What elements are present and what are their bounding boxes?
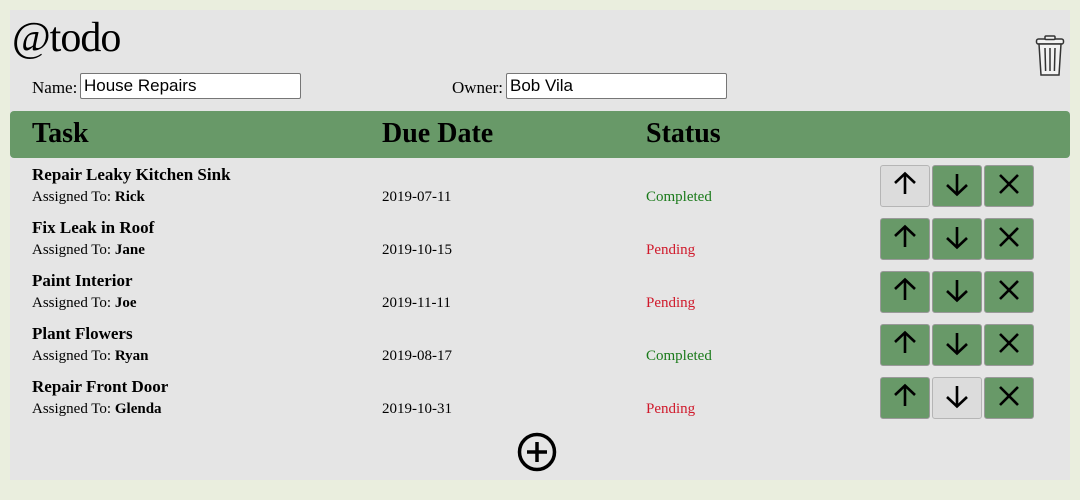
header-task: Task xyxy=(32,118,89,149)
header-due-date: Due Date xyxy=(382,118,494,149)
assignee-name: Jane xyxy=(114,242,145,258)
app-title: @todo xyxy=(12,15,121,61)
delete-task-button[interactable] xyxy=(984,324,1034,366)
assigned-to: Assigned To: Joe xyxy=(32,294,137,312)
arrow-down-icon xyxy=(944,171,970,202)
move-up-button[interactable] xyxy=(880,165,930,207)
assigned-to: Assigned To: Jane xyxy=(32,241,145,259)
due-date: 2019-11-11 xyxy=(382,295,451,311)
move-up-button[interactable] xyxy=(880,324,930,366)
arrow-up-icon xyxy=(892,277,918,308)
owner-label: Owner: xyxy=(452,78,503,97)
status-text: Pending xyxy=(646,401,696,417)
task-row: Plant Flowers Assigned To: Ryan 2019-08-17… xyxy=(10,320,1070,373)
delete-task-button[interactable] xyxy=(984,271,1034,313)
arrow-up-icon xyxy=(892,224,918,255)
move-down-button[interactable] xyxy=(932,324,982,366)
assigned-to-label: Assigned To: xyxy=(32,189,112,205)
arrow-up-icon xyxy=(892,171,918,202)
close-icon xyxy=(996,277,1022,308)
status-text: Pending xyxy=(646,295,696,311)
move-up-button[interactable] xyxy=(880,377,930,419)
assigned-to: Assigned To: Rick xyxy=(32,188,145,206)
move-down-button[interactable] xyxy=(932,377,982,419)
assigned-to-label: Assigned To: xyxy=(32,348,112,364)
arrow-down-icon xyxy=(944,330,970,361)
add-task-button[interactable] xyxy=(517,432,557,472)
move-down-button[interactable] xyxy=(932,271,982,313)
status-text: Completed xyxy=(646,189,712,205)
assignee-name: Joe xyxy=(114,295,137,311)
move-down-button[interactable] xyxy=(932,165,982,207)
arrow-down-icon xyxy=(944,224,970,255)
name-input[interactable] xyxy=(80,73,301,99)
task-name: Paint Interior xyxy=(32,271,133,290)
assigned-to-label: Assigned To: xyxy=(32,295,112,311)
move-up-button[interactable] xyxy=(880,271,930,313)
task-row: Fix Leak in Roof Assigned To: Jane 2019-10… xyxy=(10,214,1070,267)
assignee-name: Rick xyxy=(114,189,145,205)
close-icon xyxy=(996,383,1022,414)
assignee-name: Glenda xyxy=(114,401,162,417)
task-name: Repair Front Door xyxy=(32,377,169,396)
status-text: Pending xyxy=(646,242,696,258)
close-icon xyxy=(996,224,1022,255)
assigned-to-label: Assigned To: xyxy=(32,401,112,417)
due-date: 2019-08-17 xyxy=(382,348,452,364)
task-row: Repair Leaky Kitchen Sink Assigned To: Ri… xyxy=(10,161,1070,214)
move-down-button[interactable] xyxy=(932,218,982,260)
due-date: 2019-10-31 xyxy=(382,401,452,417)
header-status: Status xyxy=(646,118,721,149)
assigned-to-label: Assigned To: xyxy=(32,242,112,258)
task-row: Repair Front Door Assigned To: Glenda 2019… xyxy=(10,373,1070,426)
task-name: Repair Leaky Kitchen Sink xyxy=(32,165,231,184)
todo-panel: @todo Name: Owner: Task Due Date Status … xyxy=(10,10,1070,480)
status-text: Completed xyxy=(646,348,712,364)
assigned-to: Assigned To: Ryan xyxy=(32,347,149,365)
task-row: Paint Interior Assigned To: Joe 2019-11-11… xyxy=(10,267,1070,320)
task-name: Fix Leak in Roof xyxy=(32,218,155,237)
delete-task-button[interactable] xyxy=(984,165,1034,207)
assigned-to: Assigned To: Glenda xyxy=(32,400,162,418)
arrow-up-icon xyxy=(892,330,918,361)
due-date: 2019-07-11 xyxy=(382,189,452,205)
assignee-name: Ryan xyxy=(114,348,149,364)
name-label: Name: xyxy=(32,78,78,97)
delete-task-button[interactable] xyxy=(984,218,1034,260)
due-date: 2019-10-15 xyxy=(382,242,452,258)
task-name: Plant Flowers xyxy=(32,324,133,343)
arrow-down-icon xyxy=(944,277,970,308)
table-header: Task Due Date Status xyxy=(10,111,1070,158)
arrow-down-icon xyxy=(944,383,970,414)
move-up-button[interactable] xyxy=(880,218,930,260)
close-icon xyxy=(996,171,1022,202)
arrow-up-icon xyxy=(892,383,918,414)
close-icon xyxy=(996,330,1022,361)
delete-task-button[interactable] xyxy=(984,377,1034,419)
trash-icon[interactable] xyxy=(1035,35,1065,77)
plus-circle-icon xyxy=(517,432,557,472)
owner-input[interactable] xyxy=(506,73,727,99)
